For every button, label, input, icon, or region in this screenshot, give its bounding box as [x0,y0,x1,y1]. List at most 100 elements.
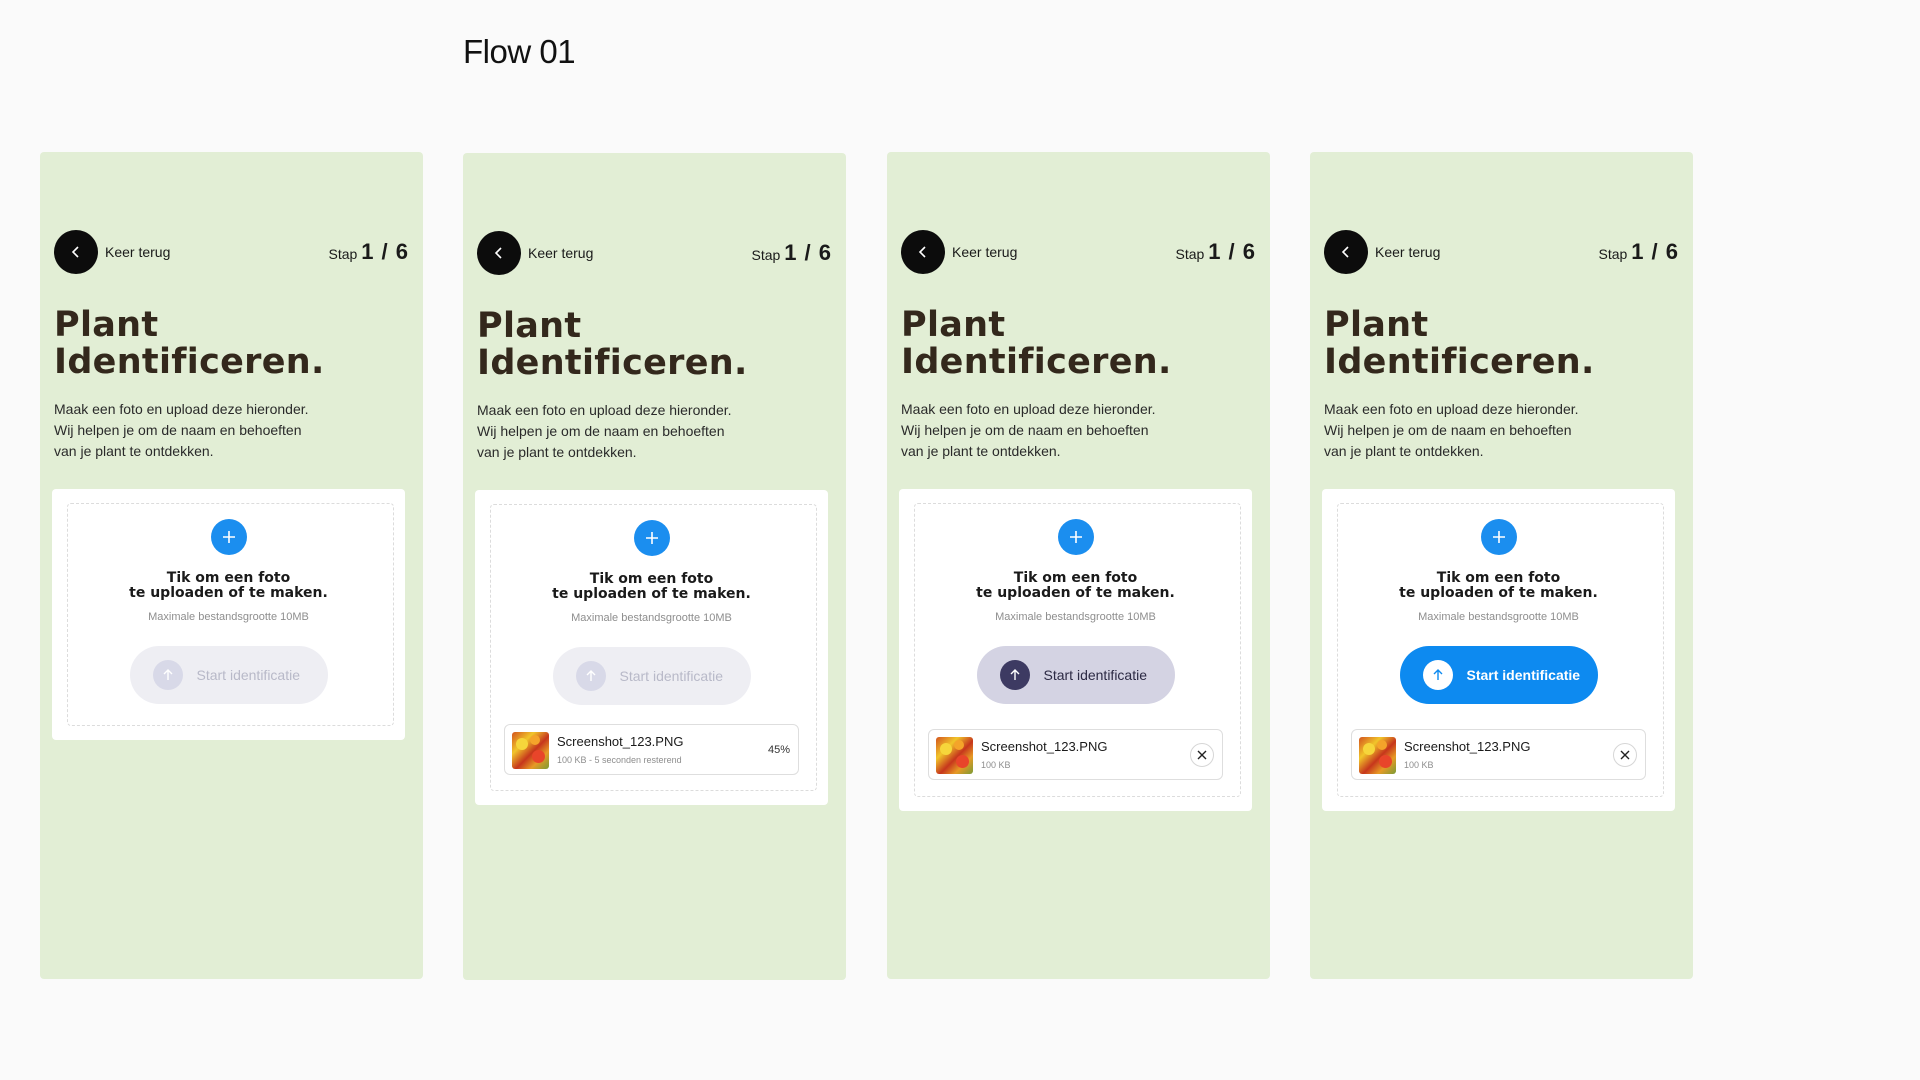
file-thumbnail [512,732,549,769]
cta-line-1: Tik om een foto [1436,570,1561,586]
upload-card: Tik om een foto te uploaden of te maken. … [1322,489,1675,811]
screen-empty: Keer terug Stap 1 / 6 Plant Identificeren… [40,152,423,979]
flow-title: Flow 01 [463,33,576,70]
back-button[interactable] [901,230,945,274]
cta-line-1: Tik om een foto [1013,570,1138,586]
file-item: Screenshot_123.PNG 100 KB [1351,729,1646,780]
step-prefix: Stap [328,246,358,262]
start-label: Start identificatie [619,668,724,684]
desc-line-3: van je plant te ontdekken. [54,443,214,459]
start-identification-button[interactable]: Start identificatie [552,647,751,705]
desc-line-1: Maak een foto en upload deze hieronder. [901,401,1156,417]
step-indicator: Stap 1 / 6 [1175,239,1256,265]
title-line-2: Identificeren. [54,342,325,382]
remove-file-button[interactable] [1613,743,1637,767]
desc-line-2: Wij helpen je om de naam en behoeften [1324,422,1572,438]
title-line-2: Identificeren. [1324,342,1595,382]
file-name: Screenshot_123.PNG [981,739,1108,754]
screen-uploaded: Keer terug Stap 1 / 6 Plant Identificeren… [887,152,1270,979]
plus-icon [1492,531,1505,543]
title-line-1: Plant [477,306,582,346]
close-icon [1197,750,1207,760]
remove-file-button[interactable] [1190,743,1214,767]
upload-card: Tik om een foto te uploaden of te maken. … [899,489,1252,811]
top-bar: Keer terug Stap 1 / 6 [901,230,1256,274]
add-photo-button[interactable] [1057,519,1094,555]
upload-card: Tik om een foto te uploaden of te maken. … [52,489,405,740]
desc-line-1: Maak een foto en upload deze hieronder. [54,401,309,417]
title-line-2: Identificeren. [477,343,748,383]
file-item: Screenshot_123.PNG 100 KB - 5 seconden r… [504,724,799,775]
page-title: Plant Identificeren. [54,307,325,381]
plus-icon [1069,531,1082,543]
start-identification-button[interactable]: Start identificatie [976,646,1175,704]
file-item: Screenshot_123.PNG 100 KB [928,729,1223,780]
desc-line-2: Wij helpen je om de naam en behoeften [477,423,725,439]
top-bar: Keer terug Stap 1 / 6 [477,231,832,275]
desc-line-1: Maak een foto en upload deze hieronder. [477,402,732,418]
description: Maak een foto en upload deze hieronder. W… [1324,399,1624,462]
start-identification-button[interactable]: Start identificatie [129,646,328,704]
file-name: Screenshot_123.PNG [557,734,684,749]
page-title: Plant Identificeren. [477,308,748,382]
max-size-hint: Maximale bestandsgrootte 10MB [995,611,1156,623]
start-label: Start identificatie [1043,667,1148,683]
desc-line-1: Maak een foto en upload deze hieronder. [1324,401,1579,417]
top-bar: Keer terug Stap 1 / 6 [1324,230,1679,274]
step-indicator: Stap 1 / 6 [751,240,832,266]
cta-line-2: te uploaden of te maken. [552,586,751,602]
max-size-hint: Maximale bestandsgrootte 10MB [1418,611,1579,623]
back-label[interactable]: Keer terug [1375,244,1440,260]
upload-cta: Tik om een foto te uploaden of te maken. [899,571,1252,601]
file-thumbnail [1359,737,1396,774]
plus-icon [222,531,235,543]
upload-cta: Tik om een foto te uploaden of te maken. [52,571,405,601]
title-line-1: Plant [901,305,1006,345]
screen-uploading: Keer terug Stap 1 / 6 Plant Identificeren… [463,153,846,980]
add-photo-button[interactable] [210,519,247,555]
file-meta: 100 KB [1404,760,1434,770]
plus-icon [645,532,658,544]
step-indicator: Stap 1 / 6 [328,239,409,265]
step-prefix: Stap [1598,246,1628,262]
step-value: 1 / 6 [1208,239,1256,264]
chevron-left-icon [71,246,79,258]
desc-line-3: van je plant te ontdekken. [477,444,637,460]
desc-line-3: van je plant te ontdekken. [901,443,1061,459]
step-value: 1 / 6 [1631,239,1679,264]
add-photo-button[interactable] [633,520,670,556]
step-indicator: Stap 1 / 6 [1598,239,1679,265]
cta-line-1: Tik om een foto [166,570,291,586]
start-identification-button[interactable]: Start identificatie [1399,646,1598,704]
desc-line-2: Wij helpen je om de naam en behoeften [54,422,302,438]
back-button[interactable] [1324,230,1368,274]
chevron-left-icon [494,247,502,259]
page-title: Plant Identificeren. [1324,307,1595,381]
file-meta: 100 KB - 5 seconden resterend [557,755,682,765]
back-button[interactable] [54,230,98,274]
cta-line-1: Tik om een foto [589,571,714,587]
description: Maak een foto en upload deze hieronder. W… [901,399,1201,462]
back-label[interactable]: Keer terug [105,244,170,260]
add-photo-button[interactable] [1480,519,1517,555]
back-label[interactable]: Keer terug [952,244,1017,260]
start-label: Start identificatie [196,667,301,683]
max-size-hint: Maximale bestandsgrootte 10MB [571,612,732,624]
upload-cta: Tik om een foto te uploaden of te maken. [1322,571,1675,601]
desc-line-3: van je plant te ontdekken. [1324,443,1484,459]
cta-line-2: te uploaden of te maken. [976,585,1175,601]
arrow-up-icon [999,660,1030,690]
file-thumbnail [936,737,973,774]
file-meta: 100 KB [981,760,1011,770]
arrow-up-icon [1422,660,1453,690]
page-title: Plant Identificeren. [901,307,1172,381]
upload-card: Tik om een foto te uploaden of te maken. … [475,490,828,805]
title-line-2: Identificeren. [901,342,1172,382]
upload-cta: Tik om een foto te uploaden of te maken. [475,572,828,602]
upload-progress: 45% [767,744,790,756]
title-line-1: Plant [54,305,159,345]
step-value: 1 / 6 [784,240,832,265]
back-label[interactable]: Keer terug [528,245,593,261]
back-button[interactable] [477,231,521,275]
step-prefix: Stap [1175,246,1205,262]
